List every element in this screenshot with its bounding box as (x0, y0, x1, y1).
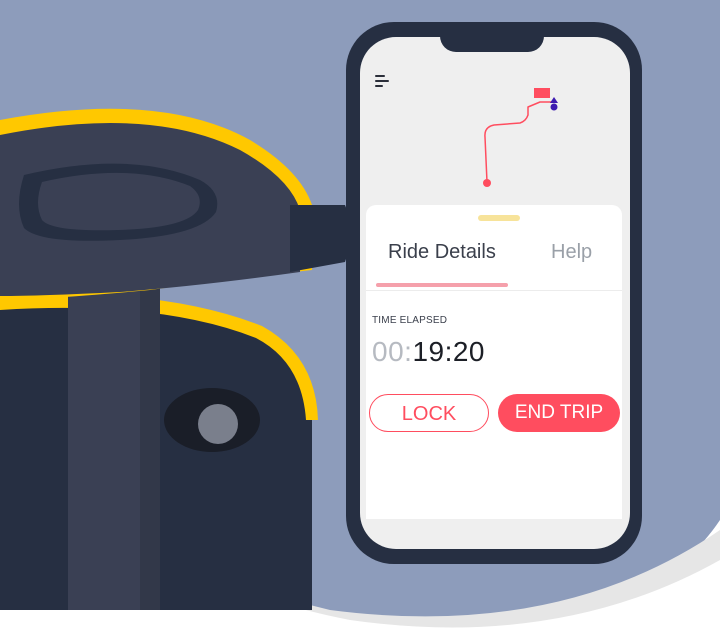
tab-ride-details[interactable]: Ride Details (388, 241, 496, 264)
heading-arrow-icon (550, 97, 558, 103)
sheet-drag-handle[interactable] (478, 215, 520, 221)
time-elapsed-label: TIME ELAPSED (372, 315, 448, 326)
current-location-marker (550, 103, 558, 111)
timer-minutes-seconds: 19:20 (412, 336, 486, 367)
active-tab-indicator (376, 283, 508, 287)
scooter-grip (290, 205, 351, 272)
time-elapsed-value: 00:19:20 (372, 336, 485, 368)
route-end-marker (534, 88, 550, 98)
route-start-marker (483, 179, 491, 187)
scooter-illustration (0, 108, 351, 610)
phone-notch (440, 28, 544, 52)
tab-help[interactable]: Help (551, 241, 592, 264)
route-line (484, 101, 554, 183)
scooter-display-inner (38, 172, 200, 231)
hamburger-menu-icon[interactable] (375, 74, 395, 90)
end-trip-button[interactable]: END TRIP (498, 394, 620, 432)
scooter-keyhole (198, 404, 238, 444)
lock-button[interactable]: LOCK (369, 394, 489, 432)
tab-divider (366, 290, 622, 291)
timer-hours: 00: (372, 336, 413, 367)
